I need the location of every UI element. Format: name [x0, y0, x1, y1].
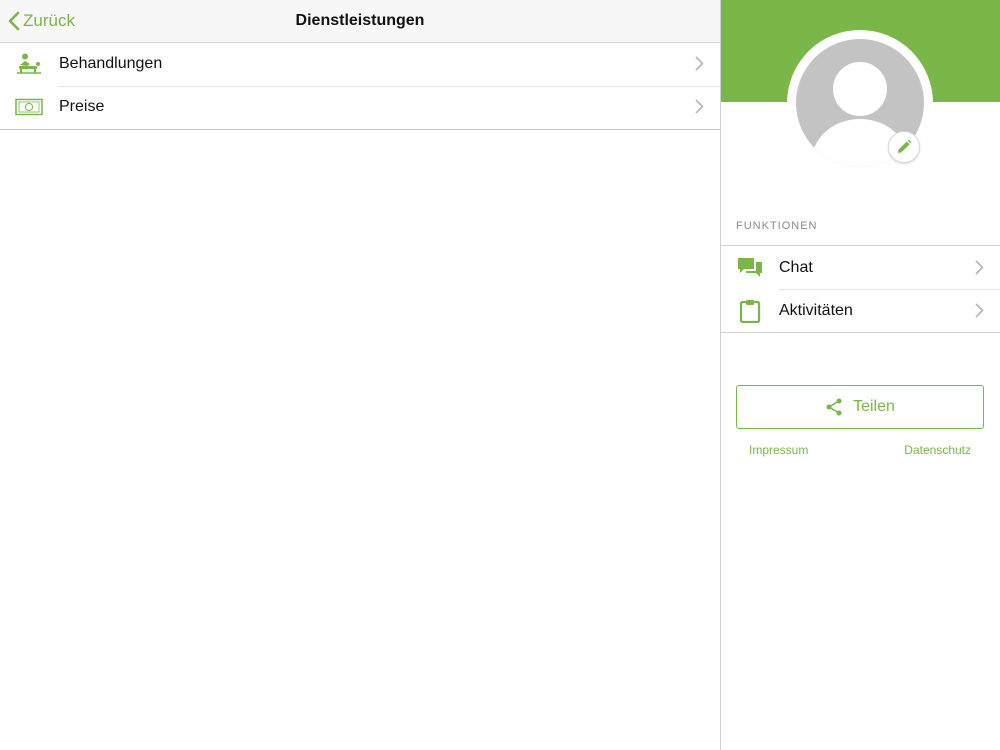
share-button[interactable]: Teilen — [736, 385, 984, 429]
services-pane: Zurück Dienstleistungen Behandlungen Pre… — [0, 0, 720, 750]
pencil-icon — [898, 139, 912, 153]
share-icon — [826, 398, 842, 416]
price-tag-icon — [15, 95, 43, 119]
navigation-bar: Zurück Dienstleistungen — [0, 0, 720, 43]
page-title: Dienstleistungen — [295, 12, 425, 29]
profile-pane: FUNKTIONEN Chat Aktivitäten Teilen Impre… — [721, 0, 1000, 750]
share-button-label: Teilen — [853, 398, 895, 415]
clipboard-icon — [737, 299, 763, 323]
treatment-icon — [15, 52, 43, 76]
functions-section-header: FUNKTIONEN — [736, 220, 818, 232]
list-item-label: Aktivitäten — [779, 302, 853, 319]
functions-list: Chat Aktivitäten — [721, 245, 1000, 333]
list-item-behandlungen[interactable]: Behandlungen — [0, 43, 720, 86]
chevron-right-icon — [695, 56, 704, 71]
chevron-right-icon — [975, 260, 984, 275]
list-item-label: Chat — [779, 259, 813, 276]
chevron-right-icon — [975, 303, 984, 318]
list-item-aktivitaeten[interactable]: Aktivitäten — [721, 289, 1000, 332]
edit-avatar-button[interactable] — [888, 131, 920, 163]
chat-icon — [737, 256, 763, 280]
list-item-label: Behandlungen — [59, 55, 163, 72]
list-item-preise[interactable]: Preise — [0, 86, 720, 129]
list-item-chat[interactable]: Chat — [721, 246, 1000, 289]
chevron-right-icon — [695, 99, 704, 114]
datenschutz-link[interactable]: Datenschutz — [904, 443, 971, 457]
list-item-label: Preise — [59, 98, 105, 115]
app-window: Zurück Dienstleistungen Behandlungen Pre… — [0, 0, 1000, 750]
services-list: Behandlungen Preise — [0, 43, 720, 130]
impressum-link[interactable]: Impressum — [749, 443, 808, 457]
